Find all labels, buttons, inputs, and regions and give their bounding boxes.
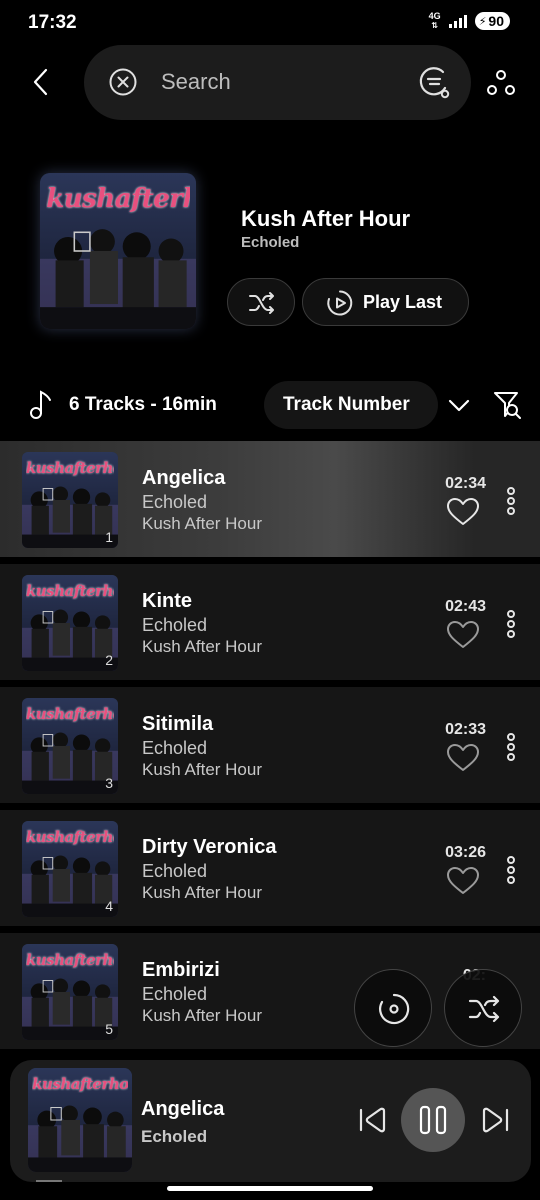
track-title: Angelica (142, 467, 226, 489)
shuffle-icon (468, 995, 500, 1023)
track-number: 4 (105, 898, 113, 914)
track-number: 3 (105, 775, 113, 791)
play-circle-icon (327, 290, 353, 316)
track-artist: Echoled (142, 492, 208, 512)
album-art-text: kushafterhour (46, 183, 190, 214)
track-album: Kush After Hour (142, 637, 263, 656)
track-duration: 02:33 (445, 721, 486, 738)
pause-button[interactable] (401, 1088, 465, 1152)
track-title: Dirty Veronica (142, 836, 277, 858)
close-circle-icon[interactable] (108, 67, 138, 97)
music-note-icon (30, 390, 51, 419)
disc-icon (379, 993, 410, 1025)
player-artist: Echoled (141, 1127, 208, 1146)
album-artist[interactable]: Echoled (241, 234, 299, 251)
filter-search-icon[interactable] (493, 390, 521, 420)
track-artist: Echoled (142, 984, 208, 1004)
chevron-left-icon[interactable] (26, 66, 58, 98)
heart-icon[interactable] (446, 743, 480, 773)
kebab-menu-icon[interactable] (500, 608, 522, 640)
album-art-text: kushafterhour (25, 827, 114, 846)
track-artist: Echoled (142, 615, 208, 635)
playback-progress (36, 1180, 62, 1182)
album-art-text: kushafterhour (25, 581, 114, 600)
track-thumbnail: kushafterhour 4 (22, 821, 118, 917)
sort-icon[interactable] (415, 64, 451, 100)
track-album: Kush After Hour (142, 514, 263, 533)
home-indicator (167, 1186, 373, 1191)
network-label: 4G (428, 11, 441, 21)
play-last-label: Play Last (363, 292, 443, 312)
heart-icon[interactable] (446, 866, 480, 896)
track-number: 1 (105, 529, 113, 545)
battery-level: 90 (488, 13, 504, 29)
kebab-menu-icon[interactable] (500, 731, 522, 763)
sort-label: Track Number (283, 394, 410, 415)
track-title: Sitimila (142, 713, 214, 735)
heart-icon[interactable] (446, 620, 480, 650)
disc-button[interactable] (354, 969, 432, 1047)
sort-selector[interactable]: Track Number (264, 381, 438, 429)
track-number: 2 (105, 652, 113, 668)
mini-player[interactable]: kushafterhour Angelica Echoled (10, 1060, 531, 1182)
track-album: Kush After Hour (142, 883, 263, 902)
track-thumbnail: kushafterhour 3 (22, 698, 118, 794)
track-thumbnail: kushafterhour 1 (22, 452, 118, 548)
track-row[interactable]: kushafterhour 3 Sitimila Echoled Kush Af… (0, 687, 540, 803)
track-row[interactable]: kushafterhour 1 Angelica Echoled Kush Af… (0, 441, 540, 557)
track-artist: Echoled (142, 738, 208, 758)
shuffle-button[interactable] (227, 278, 295, 326)
kebab-menu-icon[interactable] (500, 485, 522, 517)
track-duration: 03:26 (445, 844, 486, 861)
track-row[interactable]: kushafterhour 4 Dirty Veronica Echoled K… (0, 810, 540, 926)
track-title: Embirizi (142, 959, 220, 981)
track-album: Kush After Hour (142, 1006, 263, 1025)
search-bar[interactable]: Search (84, 45, 471, 120)
track-row[interactable]: kushafterhour 2 Kinte Echoled Kush After… (0, 564, 540, 680)
pause-icon (419, 1105, 447, 1135)
chevron-down-icon[interactable] (446, 394, 472, 416)
track-album: Kush After Hour (142, 760, 263, 779)
network-indicator: 4G ⇅ (428, 11, 441, 31)
album-cover[interactable]: kushafterhour (40, 173, 196, 329)
track-duration: 02:43 (445, 598, 486, 615)
heart-icon[interactable] (446, 497, 480, 527)
track-thumbnail: kushafterhour 2 (22, 575, 118, 671)
album-title: Kush After Hour (241, 206, 411, 231)
track-thumbnail: kushafterhour 5 (22, 944, 118, 1040)
album-art-text: kushafterhour (32, 1075, 128, 1094)
track-number: 5 (105, 1021, 113, 1037)
album-art-text: kushafterhour (25, 950, 114, 969)
player-title: Angelica (141, 1098, 225, 1120)
album-art-text: kushafterhour (25, 458, 114, 477)
track-duration: 02:34 (445, 475, 486, 492)
skip-next-icon[interactable] (480, 1106, 510, 1134)
more-dots-icon[interactable] (484, 68, 518, 98)
track-artist: Echoled (142, 861, 208, 881)
shuffle-float-button[interactable] (444, 969, 522, 1047)
battery-indicator: ⚡ 90 (474, 12, 510, 30)
player-thumbnail: kushafterhour (28, 1068, 132, 1172)
play-last-button[interactable]: Play Last (302, 278, 469, 326)
status-bar: 17:32 4G ⇅ ⚡ 90 (0, 0, 540, 48)
search-input[interactable]: Search (161, 69, 231, 95)
track-title: Kinte (142, 590, 192, 612)
shuffle-icon (249, 292, 274, 314)
status-time: 17:32 (28, 12, 77, 33)
signal-icon (448, 14, 467, 28)
tracks-summary: 6 Tracks - 16min (69, 394, 217, 415)
skip-previous-icon[interactable] (358, 1106, 388, 1134)
album-art-text: kushafterhour (25, 704, 114, 723)
kebab-menu-icon[interactable] (500, 854, 522, 886)
